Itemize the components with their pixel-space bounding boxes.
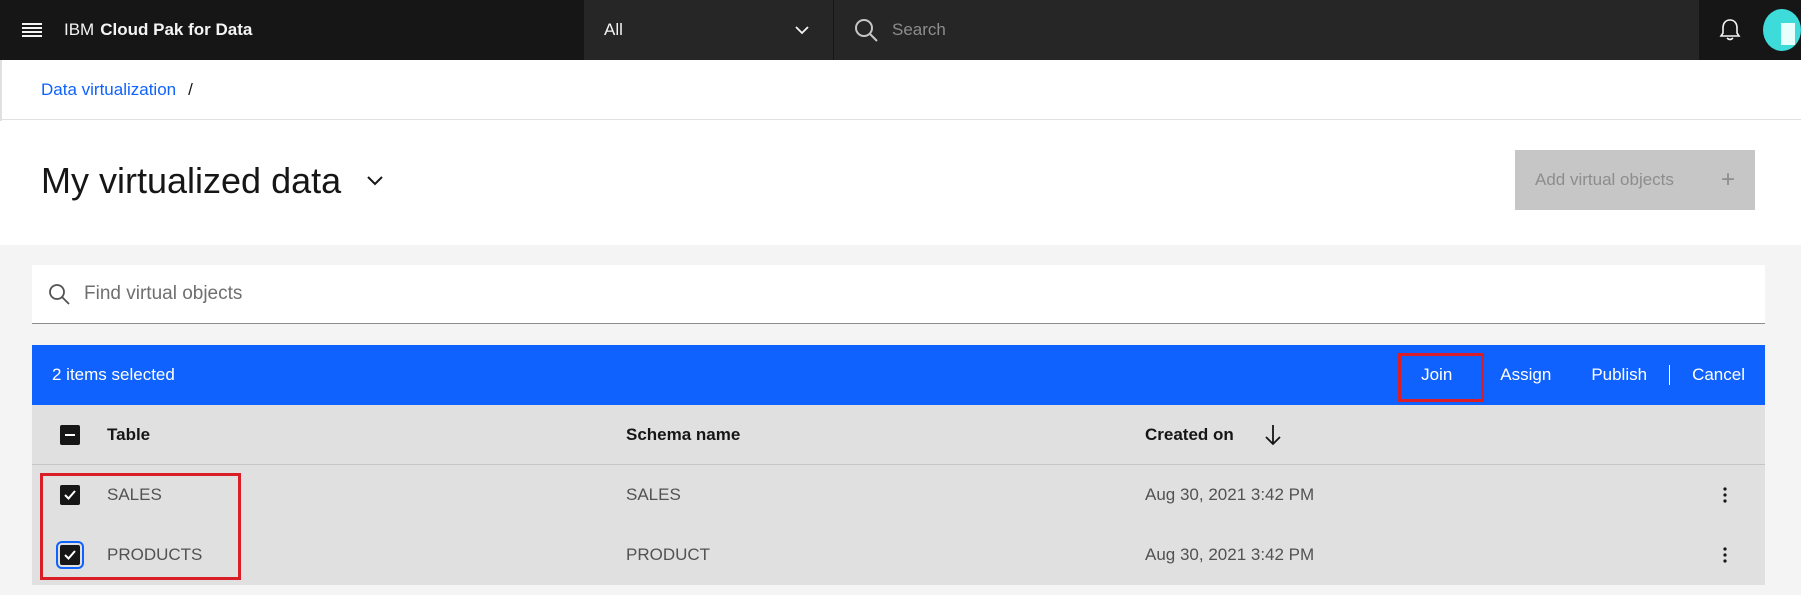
page-header: My virtualized data Add virtual objects … [0, 121, 1801, 245]
assign-button[interactable]: Assign [1480, 345, 1571, 405]
avatar [1763, 9, 1801, 51]
content-area: 2 items selected Join Assign Publish Can… [0, 245, 1801, 595]
cell-schema-name: SALES [626, 485, 681, 504]
sort-descending-icon[interactable] [1264, 424, 1282, 446]
batch-divider [1669, 365, 1671, 385]
table-row[interactable]: SALES SALES Aug 30, 2021 3:42 PM [32, 465, 1765, 525]
chevron-down-icon [795, 25, 809, 34]
user-avatar-button[interactable] [1761, 0, 1801, 60]
find-virtual-objects-search[interactable] [32, 265, 1765, 324]
highlight-rows-annotation [40, 473, 241, 580]
global-search[interactable] [834, 0, 1699, 60]
brand-prefix: IBM [64, 20, 95, 39]
search-icon [49, 284, 70, 305]
cell-schema-name: PRODUCT [626, 545, 711, 564]
brand-name: Cloud Pak for Data [100, 20, 253, 39]
hamburger-menu-button[interactable] [0, 0, 64, 60]
search-icon [855, 19, 878, 42]
chevron-down-icon [367, 176, 383, 186]
column-header-schema[interactable]: Schema name [626, 425, 1145, 445]
row-overflow-menu-button[interactable] [1685, 547, 1765, 563]
scope-dropdown[interactable]: All [584, 0, 834, 60]
column-header-created[interactable]: Created on [1145, 424, 1685, 446]
selected-count: 2 items selected [52, 365, 175, 384]
overflow-menu-icon [1723, 487, 1727, 503]
cell-created-on: Aug 30, 2021 3:42 PM [1145, 545, 1315, 564]
breadcrumb: Data virtualization / [0, 60, 1801, 120]
hamburger-icon [22, 23, 42, 37]
plus-icon: + [1720, 166, 1735, 193]
overflow-menu-icon [1723, 547, 1727, 563]
row-overflow-menu-button[interactable] [1685, 487, 1765, 503]
table-row[interactable]: PRODUCTS PRODUCT Aug 30, 2021 3:42 PM [32, 525, 1765, 585]
virtual-objects-table: Table Schema name Created on SALES SALES… [32, 405, 1765, 585]
breadcrumb-link-data-virtualization[interactable]: Data virtualization [41, 80, 176, 100]
column-header-created-label: Created on [1145, 424, 1234, 444]
select-all-cell [32, 424, 107, 445]
page-title-dropdown[interactable]: My virtualized data [41, 160, 383, 202]
scope-value: All [604, 20, 623, 39]
cancel-button[interactable]: Cancel [1672, 345, 1765, 405]
cell-created-on: Aug 30, 2021 3:42 PM [1145, 485, 1315, 504]
notifications-button[interactable] [1699, 0, 1761, 60]
page-title: My virtualized data [41, 160, 342, 201]
breadcrumb-separator: / [188, 79, 193, 99]
product-brand[interactable]: IBM Cloud Pak for Data [64, 0, 584, 60]
indeterminate-icon [64, 433, 75, 436]
global-search-input[interactable] [892, 20, 1492, 40]
bell-icon [1719, 19, 1741, 41]
top-header: IBM Cloud Pak for Data All [0, 0, 1801, 60]
publish-button[interactable]: Publish [1571, 345, 1667, 405]
select-all-checkbox[interactable] [59, 424, 80, 445]
add-virtual-objects-label: Add virtual objects [1535, 170, 1674, 189]
batch-action-bar: 2 items selected Join Assign Publish Can… [32, 345, 1765, 405]
column-header-table[interactable]: Table [107, 425, 626, 445]
highlight-join-annotation [1398, 353, 1484, 402]
add-virtual-objects-button[interactable]: Add virtual objects + [1515, 150, 1755, 210]
table-header: Table Schema name Created on [32, 405, 1765, 465]
find-virtual-objects-input[interactable] [84, 283, 1584, 305]
